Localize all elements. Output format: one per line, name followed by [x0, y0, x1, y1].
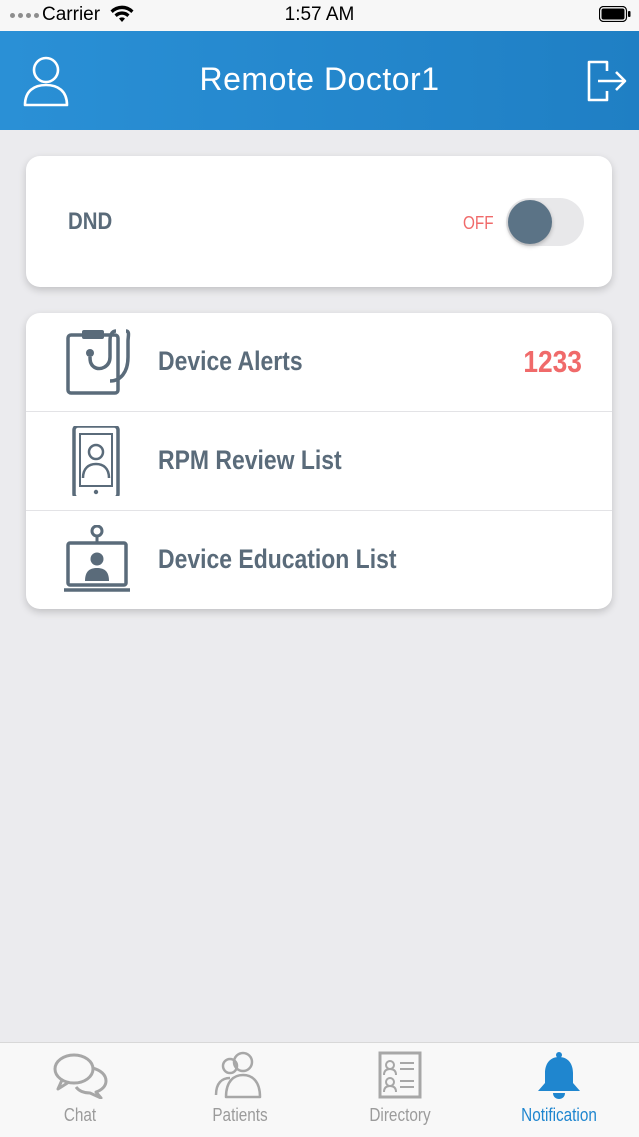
video-monitor-icon — [64, 525, 130, 592]
device-education-list-label: Device Education List — [158, 544, 397, 574]
app-header: Remote Doctor1 — [0, 31, 639, 130]
page-title: Remote Doctor1 — [199, 61, 440, 97]
tab-notification-label: Notification — [521, 1105, 597, 1125]
device-alerts-count: 1233 — [523, 344, 582, 379]
stethoscope-tablet-icon — [66, 329, 131, 395]
tab-patients[interactable]: Patients — [160, 1043, 320, 1137]
phone-user-icon — [72, 426, 120, 496]
toggle-knob — [508, 200, 552, 244]
tab-directory[interactable]: Directory — [320, 1043, 480, 1137]
clock: 1:57 AM — [284, 4, 355, 25]
dnd-card: DND OFF — [26, 156, 612, 287]
bell-icon — [538, 1052, 580, 1099]
dnd-state-label: OFF — [463, 213, 494, 233]
tab-chat[interactable]: Chat — [0, 1043, 160, 1137]
tab-directory-label: Directory — [369, 1105, 431, 1125]
patients-icon — [214, 1051, 262, 1099]
logout-icon[interactable] — [585, 57, 629, 105]
device-alerts-label: Device Alerts — [158, 346, 303, 376]
status-bar: Carrier 1:57 AM — [0, 0, 639, 31]
dnd-label: DND — [68, 208, 113, 235]
battery-icon — [599, 6, 631, 22]
rpm-review-list-row[interactable]: RPM Review List — [26, 411, 612, 510]
device-education-list-row[interactable]: Device Education List — [26, 510, 612, 609]
menu-card: Device Alerts 1233 RPM Review List Devic… — [26, 313, 612, 609]
tab-patients-label: Patients — [212, 1105, 268, 1125]
chat-icon — [53, 1053, 108, 1099]
tab-bar: Chat Patients Directory Notification — [0, 1042, 639, 1137]
directory-icon — [378, 1051, 422, 1099]
rpm-review-list-label: RPM Review List — [158, 445, 342, 475]
dnd-toggle[interactable] — [506, 198, 584, 246]
tab-notification[interactable]: Notification — [479, 1043, 639, 1137]
tab-chat-label: Chat — [63, 1105, 97, 1125]
device-alerts-row[interactable]: Device Alerts 1233 — [26, 313, 612, 411]
